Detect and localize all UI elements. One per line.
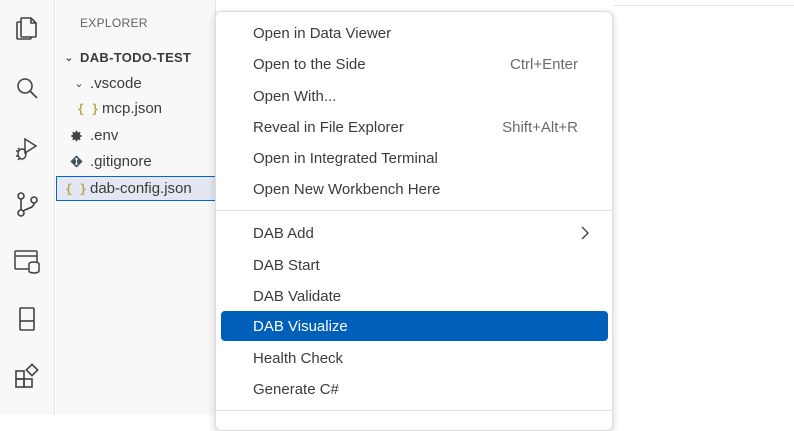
- gear-icon: [68, 129, 84, 143]
- menu-item-label: Reveal in File Explorer: [253, 118, 404, 136]
- menu-item-label: Generate C#: [253, 380, 339, 398]
- tree-file-gitignore[interactable]: .gitignore: [56, 149, 215, 174]
- menu-item-label: Open With...: [253, 87, 337, 105]
- menu-item-dab-validate[interactable]: DAB Validate: [221, 281, 608, 311]
- menu-item-shortcut: Ctrl+Enter: [510, 55, 578, 73]
- tree-item-label: DAB-TODO-TEST: [80, 50, 192, 65]
- source-control-icon[interactable]: [11, 188, 43, 220]
- menu-item-label: Open New Workbench Here: [253, 180, 441, 198]
- menu-item-label: Open to the Side: [253, 55, 366, 73]
- menu-item-open-with[interactable]: Open With...: [221, 81, 608, 111]
- tree-item-label: mcp.json: [102, 100, 163, 117]
- run-debug-icon[interactable]: [11, 132, 43, 164]
- tree-file-mcp-json[interactable]: { } mcp.json: [56, 96, 215, 121]
- explorer-title: EXPLORER: [80, 16, 148, 30]
- activity-bar: [0, 0, 55, 415]
- json-file-icon: { }: [65, 181, 87, 196]
- menu-item-label: DAB Start: [253, 256, 320, 274]
- tree-file-dab-config-json[interactable]: { } dab-config.json: [56, 176, 215, 201]
- menu-item-open-new-workbench-here[interactable]: Open New Workbench Here: [221, 174, 608, 204]
- menu-item-reveal-in-file-explorer[interactable]: Reveal in File Explorer Shift+Alt+R: [221, 112, 608, 142]
- tree-item-label: dab-config.json: [90, 180, 192, 197]
- menu-separator: [216, 410, 612, 411]
- chevron-down-icon: ⌄: [64, 52, 74, 64]
- tree-folder-vscode[interactable]: ⌄ .vscode: [56, 71, 215, 96]
- tree-item-label: .gitignore: [90, 153, 152, 170]
- menu-separator: [216, 210, 612, 211]
- tree-item-label: .vscode: [90, 75, 142, 92]
- menu-item-label: Open in Integrated Terminal: [253, 149, 438, 167]
- search-icon[interactable]: [11, 72, 43, 104]
- panel-layout-icon[interactable]: [11, 303, 43, 335]
- menu-item-dab-start[interactable]: DAB Start: [221, 250, 608, 280]
- extensions-icon[interactable]: [11, 360, 43, 392]
- menu-item-label: DAB Validate: [253, 287, 342, 305]
- menu-item-label: DAB Visualize: [253, 317, 348, 335]
- menu-item-dab-visualize[interactable]: DAB Visualize: [221, 311, 608, 341]
- explorer-files-icon[interactable]: [11, 12, 43, 44]
- explorer-sidebar: EXPLORER ⌄ DAB-TODO-TEST ⌄ .vscode { } m…: [56, 0, 216, 415]
- chevron-right-icon: [580, 226, 590, 240]
- editor-tab-border: [613, 0, 794, 6]
- menu-item-open-to-side[interactable]: Open to the Side Ctrl+Enter: [221, 49, 608, 79]
- json-file-icon: { }: [77, 101, 99, 116]
- context-menu: Open in Data Viewer Open to the Side Ctr…: [215, 11, 613, 431]
- menu-item-open-in-data-viewer[interactable]: Open in Data Viewer: [221, 18, 608, 48]
- tree-item-label: .env: [90, 127, 119, 144]
- menu-item-open-in-integrated-terminal[interactable]: Open in Integrated Terminal: [221, 143, 608, 173]
- git-icon: [68, 155, 84, 168]
- menu-item-label: DAB Add: [253, 224, 314, 242]
- tree-file-env[interactable]: .env: [56, 123, 215, 148]
- menu-item-generate-csharp[interactable]: Generate C#: [221, 374, 608, 404]
- chevron-down-icon: ⌄: [74, 78, 84, 90]
- menu-item-health-check[interactable]: Health Check: [221, 343, 608, 373]
- menu-item-dab-add[interactable]: DAB Add: [221, 218, 608, 248]
- database-explorer-icon[interactable]: [11, 246, 43, 278]
- menu-item-label: Health Check: [253, 349, 344, 367]
- menu-item-label: Open in Data Viewer: [253, 24, 392, 42]
- tree-root-folder[interactable]: ⌄ DAB-TODO-TEST: [56, 45, 215, 70]
- menu-item-shortcut: Shift+Alt+R: [502, 118, 578, 136]
